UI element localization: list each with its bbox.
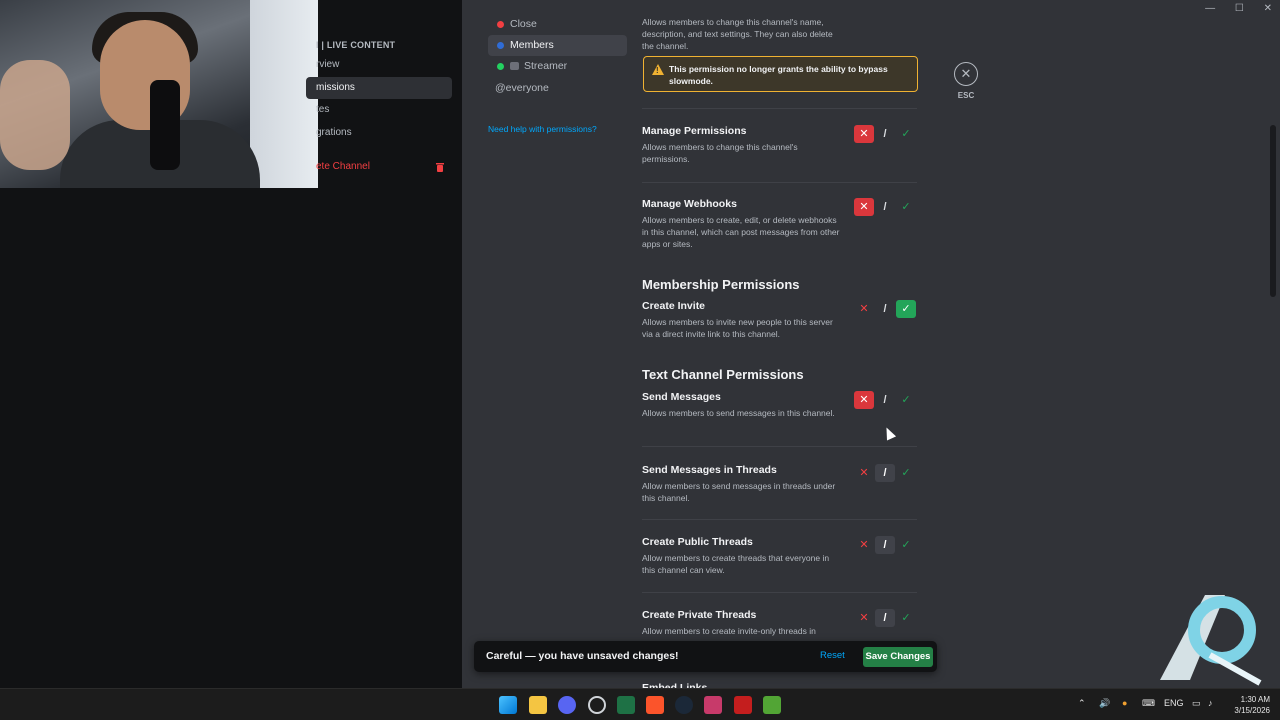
permission-desc: Allow members to create invite-only thre… (642, 626, 816, 636)
neutral-button[interactable]: / (875, 391, 895, 409)
screen: I | LIVE CONTENT rview missions tes grat… (0, 0, 1280, 720)
settings-sidebar: I | LIVE CONTENT rview missions tes grat… (0, 0, 462, 688)
unsaved-changes-bar: Careful — you have unsaved changes! Rese… (474, 641, 937, 672)
section-title-text-channel: Text Channel Permissions (642, 367, 804, 382)
deny-button[interactable]: ✕ (854, 198, 874, 216)
deny-button[interactable]: ✕ (854, 609, 874, 627)
scrollbar[interactable] (1270, 125, 1276, 297)
save-changes-button[interactable]: Save Changes (863, 647, 933, 667)
minecraft-icon[interactable] (763, 696, 781, 714)
deny-button[interactable]: ✕ (854, 536, 874, 554)
neutral-button[interactable]: / (875, 464, 895, 482)
divider (642, 446, 917, 447)
file-explorer-icon[interactable] (529, 696, 547, 714)
volume-icon[interactable]: ♪ (1208, 698, 1213, 708)
role-color-dot (497, 20, 504, 28)
sidebar-category-header: I | LIVE CONTENT (316, 40, 396, 50)
minimize-button[interactable]: — (1205, 3, 1215, 14)
divider (642, 592, 917, 593)
maximize-button[interactable]: ☐ (1235, 3, 1244, 14)
app-icon[interactable] (588, 696, 606, 714)
steam-icon[interactable] (675, 696, 693, 714)
neutral-button[interactable]: / (875, 125, 895, 143)
permission-toggle: ✕ / ✓ (854, 609, 918, 627)
streamer-logo (1160, 595, 1262, 686)
allow-button[interactable]: ✓ (896, 300, 916, 318)
section-title-membership: Membership Permissions (642, 277, 800, 292)
allow-button[interactable]: ✓ (896, 536, 916, 554)
neutral-button[interactable]: / (875, 536, 895, 554)
keyboard-icon[interactable]: ⌨ (1142, 698, 1155, 709)
role-item-members[interactable]: Members (488, 35, 627, 56)
roles-list: Close Members Streamer @everyone Need he… (462, 0, 632, 688)
speaker-icon[interactable]: 🔊 (1099, 698, 1110, 709)
allow-button[interactable]: ✓ (896, 391, 916, 409)
permission-toggle: ✕ / ✓ (854, 536, 918, 554)
warning-banner: This permission no longer grants the abi… (643, 56, 918, 92)
deny-button[interactable]: ✕ (854, 464, 874, 482)
chevron-up-icon[interactable]: ⌃ (1078, 698, 1086, 709)
esc-label: ESC (957, 91, 975, 100)
permission-desc: Allows members to invite new people to t… (642, 317, 833, 339)
network-icon[interactable]: ▭ (1192, 698, 1201, 709)
app-icon[interactable] (704, 696, 722, 714)
sidebar-item-invites[interactable]: tes (306, 99, 452, 121)
permission-desc: Allows members to change this channel's … (642, 142, 798, 164)
close-icon[interactable]: ✕ (954, 62, 978, 86)
allow-button[interactable]: ✓ (896, 125, 916, 143)
deny-button[interactable]: ✕ (854, 391, 874, 409)
start-icon[interactable] (499, 696, 517, 714)
help-permissions-link[interactable]: Need help with permissions? (488, 124, 597, 134)
permission-desc: Allows members to send messages in this … (642, 408, 835, 418)
terminal-icon[interactable] (617, 696, 635, 714)
sidebar-item-overview[interactable]: rview (306, 54, 452, 76)
taskbar: ⌃ 🔊 ● ⌨ ENG ▭ ♪ 1:30 AM 3/15/2026 (0, 688, 1280, 720)
unsaved-message: Careful — you have unsaved changes! (486, 650, 679, 662)
role-item-close[interactable]: Close (488, 14, 627, 35)
neutral-button[interactable]: / (875, 609, 895, 627)
permission-toggle: ✕ / ✓ (854, 300, 918, 318)
webcam-overlay (0, 0, 318, 188)
divider (642, 519, 917, 520)
trash-icon[interactable] (436, 162, 444, 172)
role-color-dot (497, 62, 504, 70)
permission-toggle: ✕ / ✓ (854, 391, 918, 409)
permission-toggle: ✕ / ✓ (854, 464, 918, 482)
close-window-button[interactable]: ✕ (1264, 3, 1272, 14)
role-icon (510, 62, 519, 71)
role-color-dot (497, 41, 504, 49)
sidebar-item-delete-channel[interactable]: ete Channel (306, 156, 452, 178)
clock-date: 3/15/2026 (1234, 706, 1270, 715)
window-controls: — ☐ ✕ (1188, 3, 1272, 14)
clock[interactable]: 1:30 AM 3/15/2026 (1226, 694, 1270, 716)
permission-desc: Allows members to change this channel's … (642, 17, 833, 51)
deny-button[interactable]: ✕ (854, 300, 874, 318)
role-item-everyone[interactable]: @everyone (488, 78, 627, 99)
allow-button[interactable]: ✓ (896, 464, 916, 482)
neutral-button[interactable]: / (875, 198, 895, 216)
role-item-streamer[interactable]: Streamer (488, 56, 627, 77)
microphone-icon[interactable]: ● (1122, 698, 1127, 708)
allow-button[interactable]: ✓ (896, 198, 916, 216)
discord-icon[interactable] (558, 696, 576, 714)
reset-button[interactable]: Reset (820, 650, 845, 661)
deny-button[interactable]: ✕ (854, 125, 874, 143)
permission-toggle: ✕ / ✓ (854, 125, 918, 143)
divider (642, 108, 917, 109)
neutral-button[interactable]: / (875, 300, 895, 318)
permission-desc: Allow members to create threads that eve… (642, 553, 830, 575)
close-settings[interactable]: ✕ ESC (954, 62, 978, 100)
sidebar-item-permissions[interactable]: missions (306, 77, 452, 99)
warning-icon (652, 64, 664, 77)
permission-toggle: ✕ / ✓ (854, 198, 918, 216)
app-icon[interactable] (734, 696, 752, 714)
permission-desc: Allow members to send messages in thread… (642, 481, 836, 503)
clock-time: 1:30 AM (1240, 695, 1270, 704)
divider (642, 182, 917, 183)
language-indicator[interactable]: ENG (1164, 698, 1184, 708)
brave-icon[interactable] (646, 696, 664, 714)
permission-desc: Allows members to create, edit, or delet… (642, 215, 840, 249)
sidebar-item-integrations[interactable]: grations (306, 122, 452, 144)
allow-button[interactable]: ✓ (896, 609, 916, 627)
